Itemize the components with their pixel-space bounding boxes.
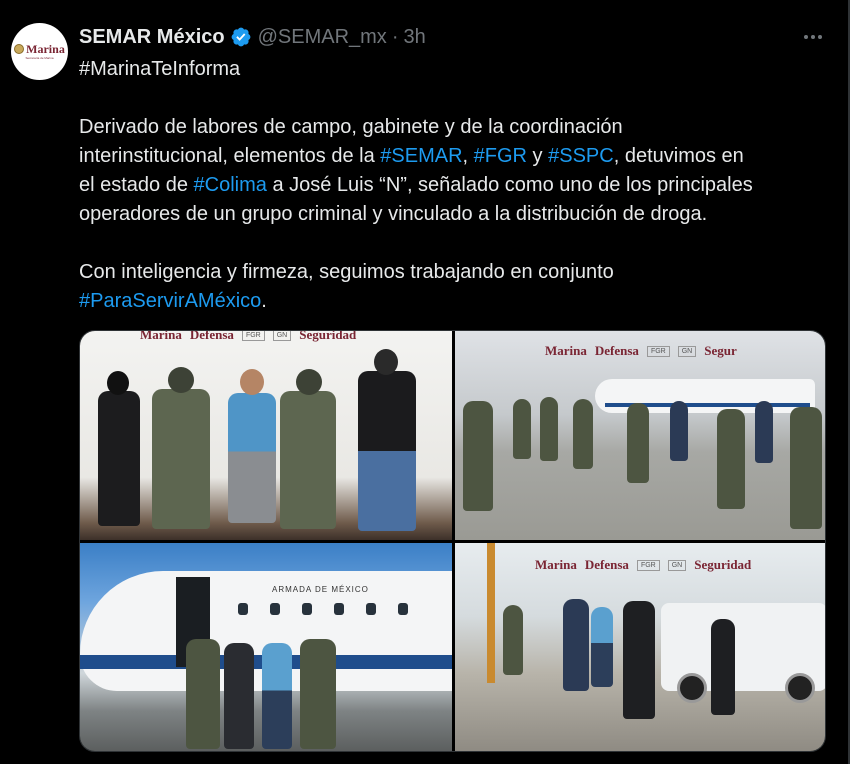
media-image-transfer[interactable]: Marina Defensa FGR GN Seguridad bbox=[455, 543, 825, 751]
agent-figure bbox=[224, 643, 254, 749]
agency-banner: Marina Defensa FGR GN Seguridad bbox=[535, 557, 751, 573]
soldier-figure bbox=[573, 399, 593, 469]
aircraft-window bbox=[398, 603, 408, 615]
verified-badge-icon[interactable] bbox=[230, 26, 252, 48]
banner-seguridad: Seguridad bbox=[694, 557, 752, 572]
paragraph1-line2: interinstitucional, elementos de la #SEM… bbox=[79, 142, 744, 171]
detainee-head bbox=[240, 369, 264, 395]
soldier-figure bbox=[513, 399, 531, 459]
truck-wheel bbox=[785, 673, 815, 703]
soldier-figure bbox=[300, 639, 336, 749]
banner-seguridad: Segur bbox=[704, 343, 737, 358]
hashtag-paraserviramexico[interactable]: #ParaServirAMéxico bbox=[79, 290, 261, 312]
banner-defensa: Defensa bbox=[584, 557, 629, 572]
soldier-head bbox=[296, 369, 322, 395]
agent-figure bbox=[563, 599, 589, 691]
truck-wheel bbox=[677, 673, 707, 703]
banner-seguridad: Seguridad bbox=[299, 331, 357, 342]
soldier-figure bbox=[503, 605, 523, 675]
media-image-lineup[interactable]: Marina Defensa FGR GN Seguridad bbox=[80, 331, 452, 540]
soldier-figure bbox=[717, 409, 745, 509]
banner-marina: Marina bbox=[545, 343, 587, 358]
tweet-header: SEMAR México @SEMAR_mx · 3h bbox=[79, 24, 426, 50]
paragraph2-line2: #ParaServirAMéxico. bbox=[79, 287, 267, 316]
text-segment: el estado de bbox=[79, 174, 194, 196]
agent-head bbox=[107, 371, 129, 395]
agent-figure bbox=[98, 391, 140, 526]
banner-gn: GN bbox=[272, 331, 292, 341]
media-image-airport[interactable]: Marina Defensa FGR GN Segur bbox=[455, 331, 825, 540]
text-segment: interinstitucional, elementos de la bbox=[79, 145, 381, 167]
media-grid: Marina Defensa FGR GN Seguridad Marina D… bbox=[79, 330, 826, 752]
paragraph1-line4: operadores de un grupo criminal y vincul… bbox=[79, 203, 708, 225]
detainee-figure bbox=[262, 643, 292, 749]
separator-dot: · bbox=[391, 25, 399, 48]
hashtag-fgr[interactable]: #FGR bbox=[474, 145, 527, 167]
banner-marina: Marina bbox=[140, 331, 182, 342]
logo-subtext: Secretaría de Marina bbox=[25, 56, 54, 60]
hashtag-marinateinforma[interactable]: #MarinaTeInforma bbox=[79, 55, 240, 84]
media-image-plane[interactable]: ARMADA DE MÉXICO bbox=[80, 543, 452, 751]
banner-gn: GN bbox=[677, 345, 697, 357]
soldier-figure bbox=[627, 403, 649, 483]
barrier-pole bbox=[487, 543, 495, 683]
agency-banner: Marina Defensa FGR GN Seguridad bbox=[140, 331, 356, 343]
banner-gn: GN bbox=[667, 559, 687, 571]
agent-figure bbox=[755, 401, 773, 463]
aircraft-window bbox=[270, 603, 280, 615]
soldier-figure bbox=[790, 407, 822, 529]
text-segment: . bbox=[261, 290, 267, 312]
marina-logo: Marina bbox=[14, 43, 65, 55]
agent-figure bbox=[711, 619, 735, 715]
soldier-figure bbox=[152, 389, 210, 529]
text-segment: y bbox=[527, 145, 549, 167]
agent-figure bbox=[358, 371, 416, 531]
banner-marina: Marina bbox=[535, 557, 577, 572]
hashtag-semar[interactable]: #SEMAR bbox=[380, 145, 462, 167]
soldier-figure bbox=[280, 391, 336, 529]
text-segment: a José Luis “N”, señalado como uno de lo… bbox=[266, 174, 753, 196]
banner-defensa: Defensa bbox=[189, 331, 234, 342]
banner-defensa: Defensa bbox=[594, 343, 639, 358]
soldier-figure bbox=[540, 397, 558, 461]
soldier-figure bbox=[186, 639, 220, 749]
banner-fgr: FGR bbox=[636, 559, 660, 571]
avatar[interactable]: Marina Secretaría de Marina bbox=[11, 23, 68, 80]
paragraph1-line3: el estado de #Colima a José Luis “N”, se… bbox=[79, 171, 753, 200]
aircraft-window bbox=[238, 603, 248, 615]
soldier-head bbox=[168, 367, 194, 393]
text-segment: , bbox=[462, 145, 474, 167]
paragraph2-line1: Con inteligencia y firmeza, seguimos tra… bbox=[79, 261, 614, 283]
hashtag-colima[interactable]: #Colima bbox=[194, 174, 267, 196]
tweet: Marina Secretaría de Marina SEMAR México… bbox=[0, 0, 850, 764]
more-options-icon[interactable] bbox=[800, 26, 826, 48]
seal-icon bbox=[14, 44, 25, 54]
agent-figure bbox=[670, 401, 688, 461]
aircraft-label: ARMADA DE MÉXICO bbox=[272, 585, 369, 594]
soldier-figure bbox=[463, 401, 493, 511]
aircraft-window bbox=[366, 603, 376, 615]
author-handle[interactable]: @SEMAR_mx bbox=[258, 26, 387, 49]
timestamp[interactable]: 3h bbox=[403, 26, 425, 49]
banner-fgr: FGR bbox=[241, 331, 265, 341]
agency-banner: Marina Defensa FGR GN Segur bbox=[545, 343, 737, 359]
aircraft-window bbox=[334, 603, 344, 615]
banner-fgr: FGR bbox=[646, 345, 670, 357]
author-name[interactable]: SEMAR México bbox=[79, 26, 225, 49]
text-segment: , detuvimos en bbox=[613, 145, 744, 167]
detainee-figure bbox=[591, 607, 613, 687]
aircraft-window bbox=[302, 603, 312, 615]
hashtag-sspc[interactable]: #SSPC bbox=[548, 145, 614, 167]
agent-head bbox=[374, 349, 398, 375]
paragraph1-line1: Derivado de labores de campo, gabinete y… bbox=[79, 116, 623, 138]
detainee-figure bbox=[228, 393, 276, 523]
agent-figure bbox=[623, 601, 655, 719]
